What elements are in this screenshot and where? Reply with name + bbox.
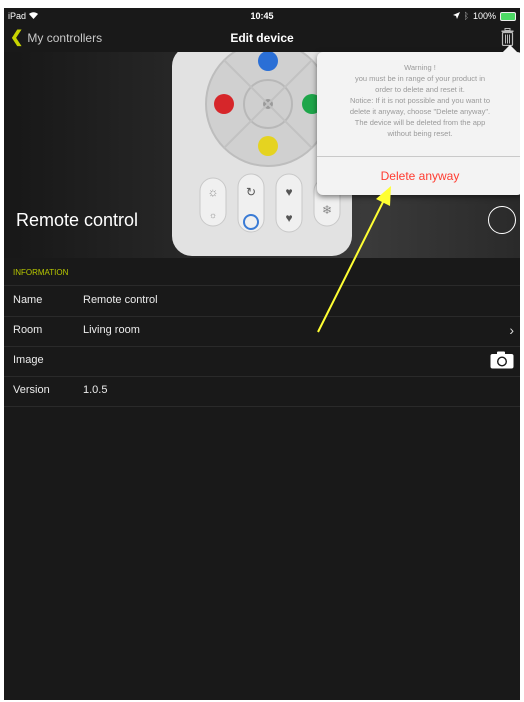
annotation-arrow xyxy=(317,186,391,333)
